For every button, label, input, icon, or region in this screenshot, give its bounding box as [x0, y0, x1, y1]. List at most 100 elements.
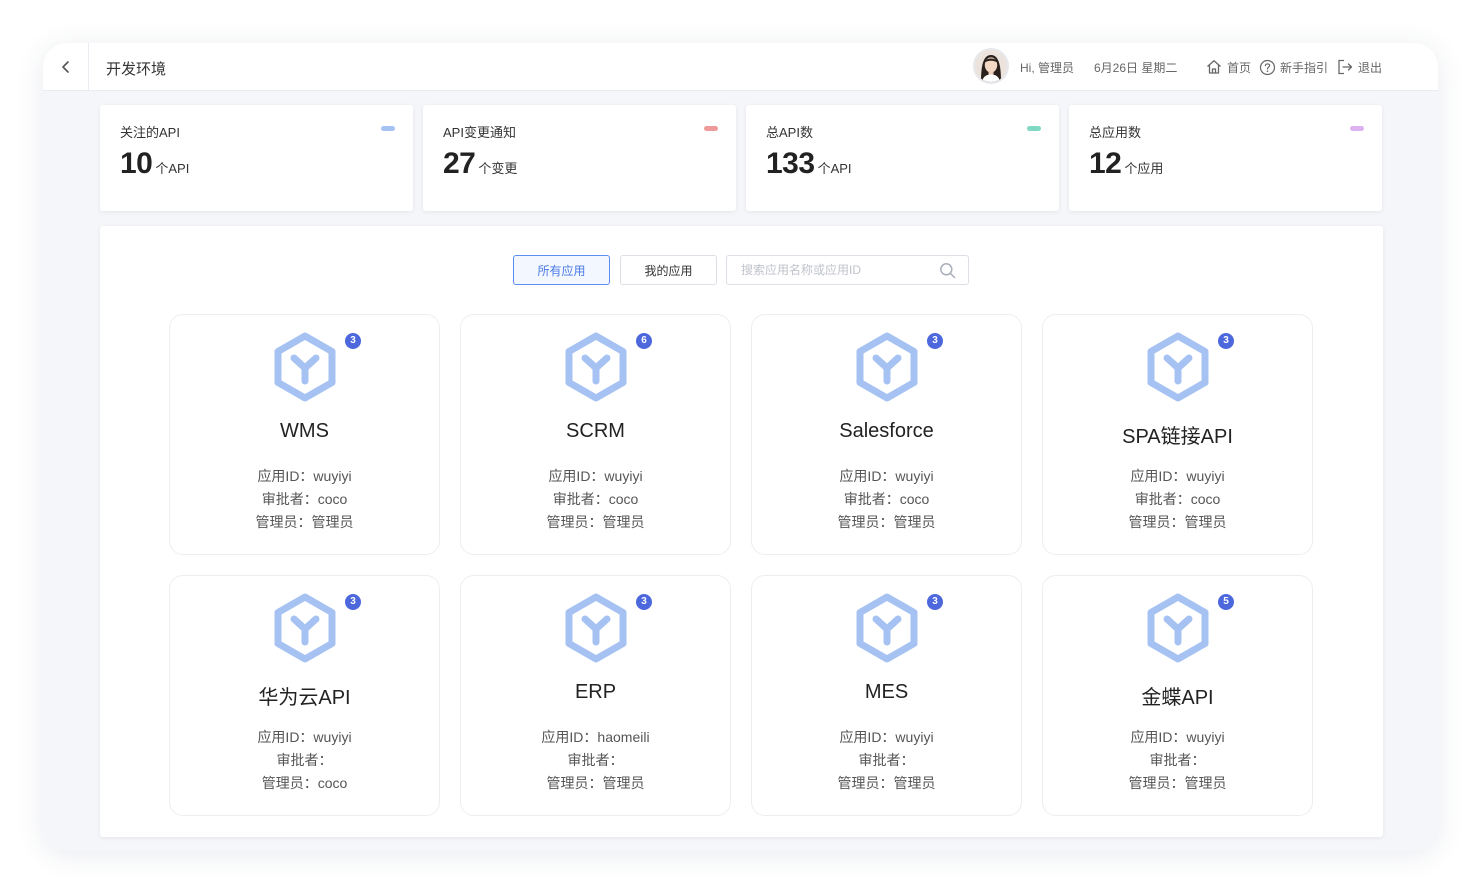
help-circle-icon: [1259, 59, 1276, 75]
nav-logout-link[interactable]: 退出: [1336, 57, 1382, 77]
app-card[interactable]: 3 SPA链接API 应用ID：wuyiyi 审批者：coco 管理员：管理员: [1042, 314, 1313, 555]
stat-value: 133: [766, 147, 815, 180]
app-hexagon-icon: [1147, 332, 1209, 402]
nav-guide-label: 新手指引: [1280, 60, 1329, 75]
app-hexagon-icon: [856, 332, 918, 402]
stat-value: 12: [1089, 147, 1122, 180]
app-hexagon-icon: [856, 593, 918, 663]
stat-indicator: [381, 126, 395, 131]
app-card[interactable]: 3 ERP 应用ID：haomeili 审批者： 管理员：管理员: [460, 575, 731, 816]
app-id-line: 应用ID：wuyiyi: [1130, 729, 1225, 745]
app-name: ERP: [574, 681, 617, 703]
back-button[interactable]: [43, 43, 89, 91]
search-icon[interactable]: [939, 262, 956, 279]
app-approver-line: 审批者：: [1149, 752, 1206, 768]
avatar[interactable]: [973, 48, 1009, 84]
stat-unit: 个应用: [1124, 161, 1164, 176]
top-bar: 开发环境 Hi, 管理员 6月26日 星期二 首页 新手指引 退出: [43, 43, 1438, 91]
stat-indicator: [704, 126, 718, 131]
stat-unit: 个变更: [478, 161, 518, 176]
app-badge-count: 6: [636, 333, 652, 349]
stat-value-block: 133 个API: [766, 147, 852, 181]
app-name: SPA链接API: [1122, 426, 1233, 448]
app-list-panel: 所有应用 我的应用 3 WMS 应用ID：wuyiyi 审批者：coco 管理员：管理员…: [100, 226, 1383, 837]
stat-value-block: 12 个应用: [1089, 147, 1163, 181]
app-badge-count: 3: [927, 594, 943, 610]
app-card[interactable]: 3 MES 应用ID：wuyiyi 审批者： 管理员：管理员: [751, 575, 1022, 816]
app-admin-line: 管理员：coco: [261, 775, 348, 791]
app-name: WMS: [280, 420, 329, 442]
stat-card-followed-api[interactable]: 关注的API 10 个API: [100, 105, 413, 211]
app-id-line: 应用ID：wuyiyi: [839, 729, 934, 745]
filter-my-apps-button[interactable]: 我的应用: [620, 255, 717, 285]
stat-unit: 个API: [155, 161, 190, 176]
greeting-text: Hi, 管理员: [1020, 61, 1075, 75]
app-admin-line: 管理员：管理员: [546, 514, 645, 530]
app-card[interactable]: 6 SCRM 应用ID：wuyiyi 审批者：coco 管理员：管理员: [460, 314, 731, 555]
stat-indicator: [1350, 126, 1364, 131]
app-admin-line: 管理员：管理员: [837, 775, 936, 791]
app-name: SCRM: [566, 420, 625, 442]
user-avatar-icon: [975, 50, 1007, 82]
environment-title: 开发环境: [106, 61, 167, 78]
nav-home-label: 首页: [1227, 60, 1252, 75]
app-card[interactable]: 3 Salesforce 应用ID：wuyiyi 审批者：coco 管理员：管理员: [751, 314, 1022, 555]
app-id-line: 应用ID：wuyiyi: [839, 468, 934, 484]
stat-value: 27: [443, 147, 476, 180]
nav-home-link[interactable]: 首页: [1205, 57, 1251, 77]
app-hexagon-icon: [274, 593, 336, 663]
stat-label: 总应用数: [1089, 125, 1142, 140]
app-admin-line: 管理员：管理员: [255, 514, 354, 530]
chevron-left-icon: [61, 61, 69, 73]
app-hexagon-icon: [1147, 593, 1209, 663]
app-admin-line: 管理员：管理员: [546, 775, 645, 791]
app-id-line: 应用ID：wuyiyi: [257, 468, 352, 484]
app-name: 华为云API: [258, 687, 351, 709]
stat-card-total-api[interactable]: 总API数 133 个API: [746, 105, 1059, 211]
app-admin-line: 管理员：管理员: [1128, 775, 1227, 791]
stat-label: API变更通知: [443, 125, 516, 140]
stat-value-block: 27 个变更: [443, 147, 517, 181]
app-hexagon-icon: [565, 332, 627, 402]
app-hexagon-icon: [274, 332, 336, 402]
app-card[interactable]: 3 华为云API 应用ID：wuyiyi 审批者： 管理员：coco: [169, 575, 440, 816]
app-id-line: 应用ID：wuyiyi: [548, 468, 643, 484]
app-id-line: 应用ID：wuyiyi: [1130, 468, 1225, 484]
app-approver-line: 审批者：coco: [261, 491, 348, 507]
app-id-line: 应用ID：wuyiyi: [257, 729, 352, 745]
app-approver-line: 审批者：: [858, 752, 915, 768]
app-name: MES: [864, 681, 909, 703]
search-input[interactable]: [727, 256, 932, 284]
nav-logout-label: 退出: [1358, 60, 1383, 75]
stat-card-api-changes[interactable]: API变更通知 27 个变更: [423, 105, 736, 211]
filter-all-apps-button[interactable]: 所有应用: [513, 255, 610, 285]
app-badge-count: 3: [345, 333, 361, 349]
app-window: 开发环境 Hi, 管理员 6月26日 星期二 首页 新手指引 退出 关注的API…: [43, 43, 1438, 851]
app-approver-line: 审批者：: [567, 752, 624, 768]
home-icon: [1207, 60, 1221, 74]
app-name: Salesforce: [839, 420, 934, 442]
stat-unit: 个API: [817, 161, 852, 176]
app-approver-line: 审批者：coco: [843, 491, 930, 507]
app-card[interactable]: 5 金蝶API 应用ID：wuyiyi 审批者： 管理员：管理员: [1042, 575, 1313, 816]
app-name: 金蝶API: [1141, 687, 1214, 709]
logout-icon: [1338, 59, 1353, 75]
search-box: [726, 255, 969, 285]
app-badge-count: 5: [1218, 594, 1234, 610]
app-hexagon-icon: [565, 593, 627, 663]
app-card[interactable]: 3 WMS 应用ID：wuyiyi 审批者：coco 管理员：管理员: [169, 314, 440, 555]
app-id-line: 应用ID：haomeili: [541, 729, 650, 745]
app-admin-line: 管理员：管理员: [1128, 514, 1227, 530]
app-badge-count: 3: [345, 594, 361, 610]
date-text: 6月26日 星期二: [1094, 61, 1178, 75]
app-badge-count: 3: [636, 594, 652, 610]
app-approver-line: 审批者：: [276, 752, 333, 768]
app-badge-count: 3: [1218, 333, 1234, 349]
app-approver-line: 审批者：coco: [1134, 491, 1221, 507]
stat-value: 10: [120, 147, 153, 180]
nav-guide-link[interactable]: 新手指引: [1259, 57, 1328, 77]
stat-value-block: 10 个API: [120, 147, 189, 181]
app-admin-line: 管理员：管理员: [837, 514, 936, 530]
stat-label: 关注的API: [120, 125, 180, 140]
stat-card-total-apps[interactable]: 总应用数 12 个应用: [1069, 105, 1382, 211]
